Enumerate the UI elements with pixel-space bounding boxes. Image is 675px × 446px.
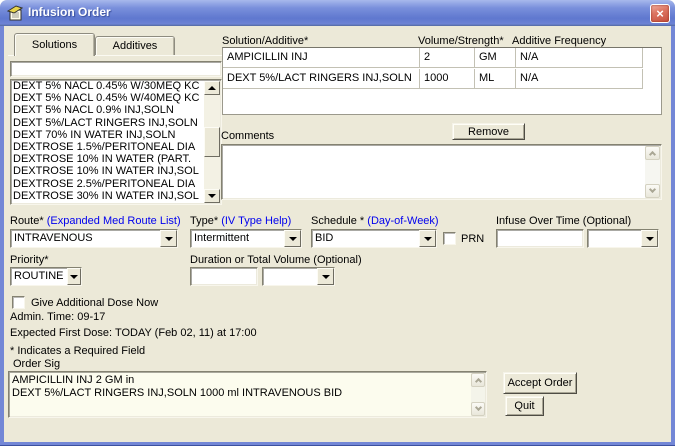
infuse-over-time-unit-select[interactable] — [587, 229, 659, 248]
cell-amount[interactable]: 1000 — [420, 69, 475, 89]
scroll-up-icon[interactable] — [471, 373, 485, 387]
day-of-week-link[interactable]: (Day-of-Week) — [367, 215, 438, 227]
window-title: Infusion Order — [28, 5, 111, 19]
remove-button[interactable]: Remove — [452, 123, 525, 140]
order-sig-line: DEXT 5%/LACT RINGERS INJ,SOLN 1000 ml IN… — [12, 387, 343, 399]
scroll-down-icon[interactable] — [645, 184, 660, 198]
list-item[interactable]: DEXT 5% NACL 0.9% INJ,SOLN — [11, 104, 203, 116]
solutions-listbox: DEXT 5% NACL 0.45% W/30MEQ KC DEXT 5% NA… — [10, 79, 222, 205]
infuse-over-time-input[interactable] — [496, 229, 584, 248]
quit-button[interactable]: Quit — [505, 396, 544, 416]
cell-unit[interactable]: GM — [475, 48, 516, 68]
comments-scrollbar[interactable] — [645, 146, 660, 198]
required-field-note: * Indicates a Required Field — [10, 345, 146, 357]
window-border-bottom — [0, 442, 675, 446]
cell-amount[interactable]: 2 — [420, 48, 475, 68]
list-item[interactable]: DEXT 5%/LACT RINGERS INJ,SOLN — [11, 117, 203, 129]
chevron-down-icon[interactable] — [67, 268, 81, 285]
scroll-down-icon[interactable] — [204, 189, 220, 203]
column-header-volume: Volume/Strength* — [418, 35, 504, 47]
column-header-frequency: Additive Frequency — [512, 35, 607, 47]
cell-solution[interactable]: DEXT 5%/LACT RINGERS INJ,SOLN — [223, 69, 420, 89]
scroll-thumb[interactable] — [204, 127, 220, 157]
list-item[interactable]: DEXT 70% IN WATER INJ,SOLN — [11, 129, 203, 141]
tab-solutions[interactable]: Solutions — [14, 33, 95, 56]
duration-input[interactable] — [190, 267, 258, 286]
prn-checkbox[interactable] — [443, 232, 456, 245]
window-icon — [7, 5, 23, 21]
cell-frequency[interactable]: N/A — [516, 48, 643, 68]
scroll-up-icon[interactable] — [645, 146, 660, 160]
duration-label: Duration or Total Volume (Optional) — [190, 254, 362, 266]
schedule-label: Schedule * (Day-of-Week) — [311, 215, 439, 227]
cell-frequency[interactable]: N/A — [516, 69, 643, 89]
comments-textarea[interactable] — [221, 144, 662, 200]
cell-solution[interactable]: AMPICILLIN INJ — [223, 48, 420, 68]
route-label: Route* (Expanded Med Route List) — [10, 215, 181, 227]
chevron-down-icon[interactable] — [284, 230, 301, 247]
order-sig-label: Order Sig — [13, 358, 61, 370]
comments-label: Comments — [221, 130, 275, 142]
solutions-scrollbar[interactable] — [204, 81, 220, 203]
chevron-down-icon[interactable] — [641, 230, 658, 247]
window-border-left — [0, 26, 4, 446]
route-select[interactable]: INTRAVENOUS — [10, 229, 178, 248]
table-row[interactable]: AMPICILLIN INJ 2 GM N/A — [223, 48, 643, 69]
admin-time-text: Admin. Time: 09-17 — [10, 311, 106, 323]
give-additional-dose-label: Give Additional Dose Now — [31, 297, 159, 309]
list-item[interactable]: DEXT 5% NACL 0.45% W/40MEQ KC — [11, 92, 203, 104]
type-select[interactable]: Intermittent — [190, 229, 302, 248]
priority-label: Priority* — [10, 254, 49, 266]
window-border-right — [671, 26, 675, 446]
schedule-select[interactable]: BID — [311, 229, 437, 248]
solution-filter-input[interactable] — [10, 61, 222, 77]
type-label: Type* (IV Type Help) — [190, 215, 292, 227]
table-row[interactable]: DEXT 5%/LACT RINGERS INJ,SOLN 1000 ML N/… — [223, 69, 643, 90]
list-item[interactable]: DEXTROSE 1.5%/PERITONEAL DIA — [11, 141, 203, 153]
duration-unit-select[interactable] — [262, 267, 335, 286]
chevron-down-icon[interactable] — [419, 230, 436, 247]
give-additional-dose-checkbox[interactable] — [12, 296, 25, 309]
accept-order-button[interactable]: Accept Order — [503, 372, 577, 394]
chevron-down-icon[interactable] — [160, 230, 177, 247]
expanded-med-route-link[interactable]: (Expanded Med Route List) — [47, 215, 181, 227]
list-item[interactable]: DEXTROSE 10% IN WATER INJ,SOL — [11, 165, 203, 177]
scroll-down-icon[interactable] — [471, 402, 485, 416]
order-sig-line: AMPICILLIN INJ 2 GM in — [12, 374, 135, 386]
infusion-order-dialog: Infusion Order × Solutions Additives DEX… — [0, 0, 675, 446]
close-button[interactable]: × — [650, 4, 670, 23]
list-item[interactable]: DEXTROSE 30% IN WATER INJ,SOL — [11, 190, 203, 202]
priority-select[interactable]: ROUTINE — [10, 267, 82, 286]
prn-label: PRN — [461, 233, 485, 245]
list-item[interactable]: DEXTROSE 2.5%/PERITONEAL DIA — [11, 178, 203, 190]
tab-additives[interactable]: Additives — [95, 36, 175, 55]
titlebar[interactable]: Infusion Order × — [0, 0, 675, 26]
list-item[interactable]: DEXTROSE 10% IN WATER (PART. — [11, 153, 203, 165]
expected-first-dose-text: Expected First Dose: TODAY (Feb 02, 11) … — [10, 327, 257, 339]
infuse-over-time-label: Infuse Over Time (Optional) — [496, 215, 632, 227]
column-header-solution: Solution/Additive* — [222, 35, 309, 47]
iv-type-help-link[interactable]: (IV Type Help) — [221, 215, 291, 227]
chevron-down-icon[interactable] — [317, 268, 334, 285]
order-sig-scrollbar[interactable] — [471, 373, 485, 416]
cell-unit[interactable]: ML — [475, 69, 516, 89]
scroll-up-icon[interactable] — [204, 81, 220, 95]
list-item[interactable]: DEXT 5% NACL 0.45% W/30MEQ KC — [11, 80, 203, 92]
iv-order-grid: AMPICILLIN INJ 2 GM N/A DEXT 5%/LACT RIN… — [222, 47, 662, 115]
order-sig-textarea[interactable]: AMPICILLIN INJ 2 GM in DEXT 5%/LACT RING… — [8, 371, 487, 418]
